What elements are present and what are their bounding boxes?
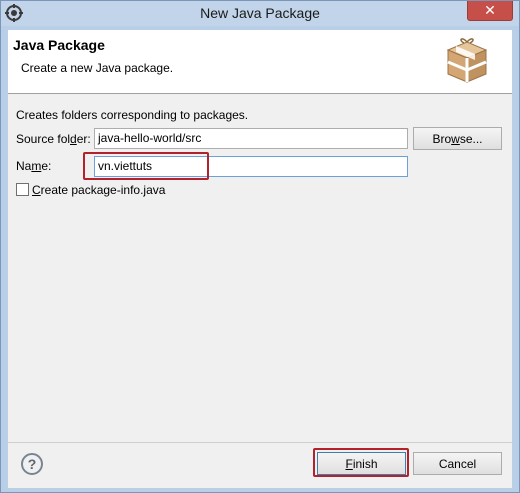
label-mnemonic: C: [32, 183, 41, 197]
intro-text: Creates folders corresponding to package…: [16, 108, 249, 122]
label-text: er:: [76, 132, 91, 146]
package-icon: [446, 38, 488, 83]
footer-separator: [8, 442, 512, 443]
title-bar[interactable]: New Java Package ✕: [1, 1, 519, 26]
dialog-window: New Java Package ✕ Java Package Create a…: [0, 0, 520, 493]
label-mnemonic: m: [31, 159, 42, 173]
label-text: Source fol: [16, 132, 71, 146]
package-info-label[interactable]: Create package-info.java: [32, 183, 165, 197]
name-label: Name:: [16, 159, 51, 173]
label-text: reate package-info.java: [40, 183, 166, 197]
button-text: se...: [459, 131, 483, 146]
banner-title: Java Package: [13, 37, 105, 53]
dialog-content: Java Package Create a new Java package. …: [8, 30, 512, 488]
label-text: e:: [41, 159, 52, 173]
label-text: Na: [16, 159, 32, 173]
window-title: New Java Package: [200, 5, 320, 21]
label-mnemonic: d: [70, 132, 77, 146]
button-mnemonic: w: [451, 131, 460, 146]
close-button[interactable]: ✕: [467, 1, 513, 21]
help-icon[interactable]: ?: [21, 453, 43, 475]
name-highlight-box: [83, 152, 209, 180]
source-folder-label: Source folder:: [16, 132, 91, 146]
package-info-checkbox[interactable]: [16, 183, 29, 196]
banner-description: Create a new Java package.: [21, 61, 174, 75]
button-text: Bro: [432, 131, 452, 146]
source-folder-input[interactable]: java-hello-world/src: [94, 128, 408, 149]
wizard-banner: Java Package Create a new Java package.: [8, 30, 512, 94]
close-icon: ✕: [484, 2, 496, 18]
browse-button[interactable]: Bro w se...: [413, 127, 502, 150]
cancel-button[interactable]: Cancel: [413, 452, 502, 475]
finish-highlight-box: [313, 448, 409, 477]
